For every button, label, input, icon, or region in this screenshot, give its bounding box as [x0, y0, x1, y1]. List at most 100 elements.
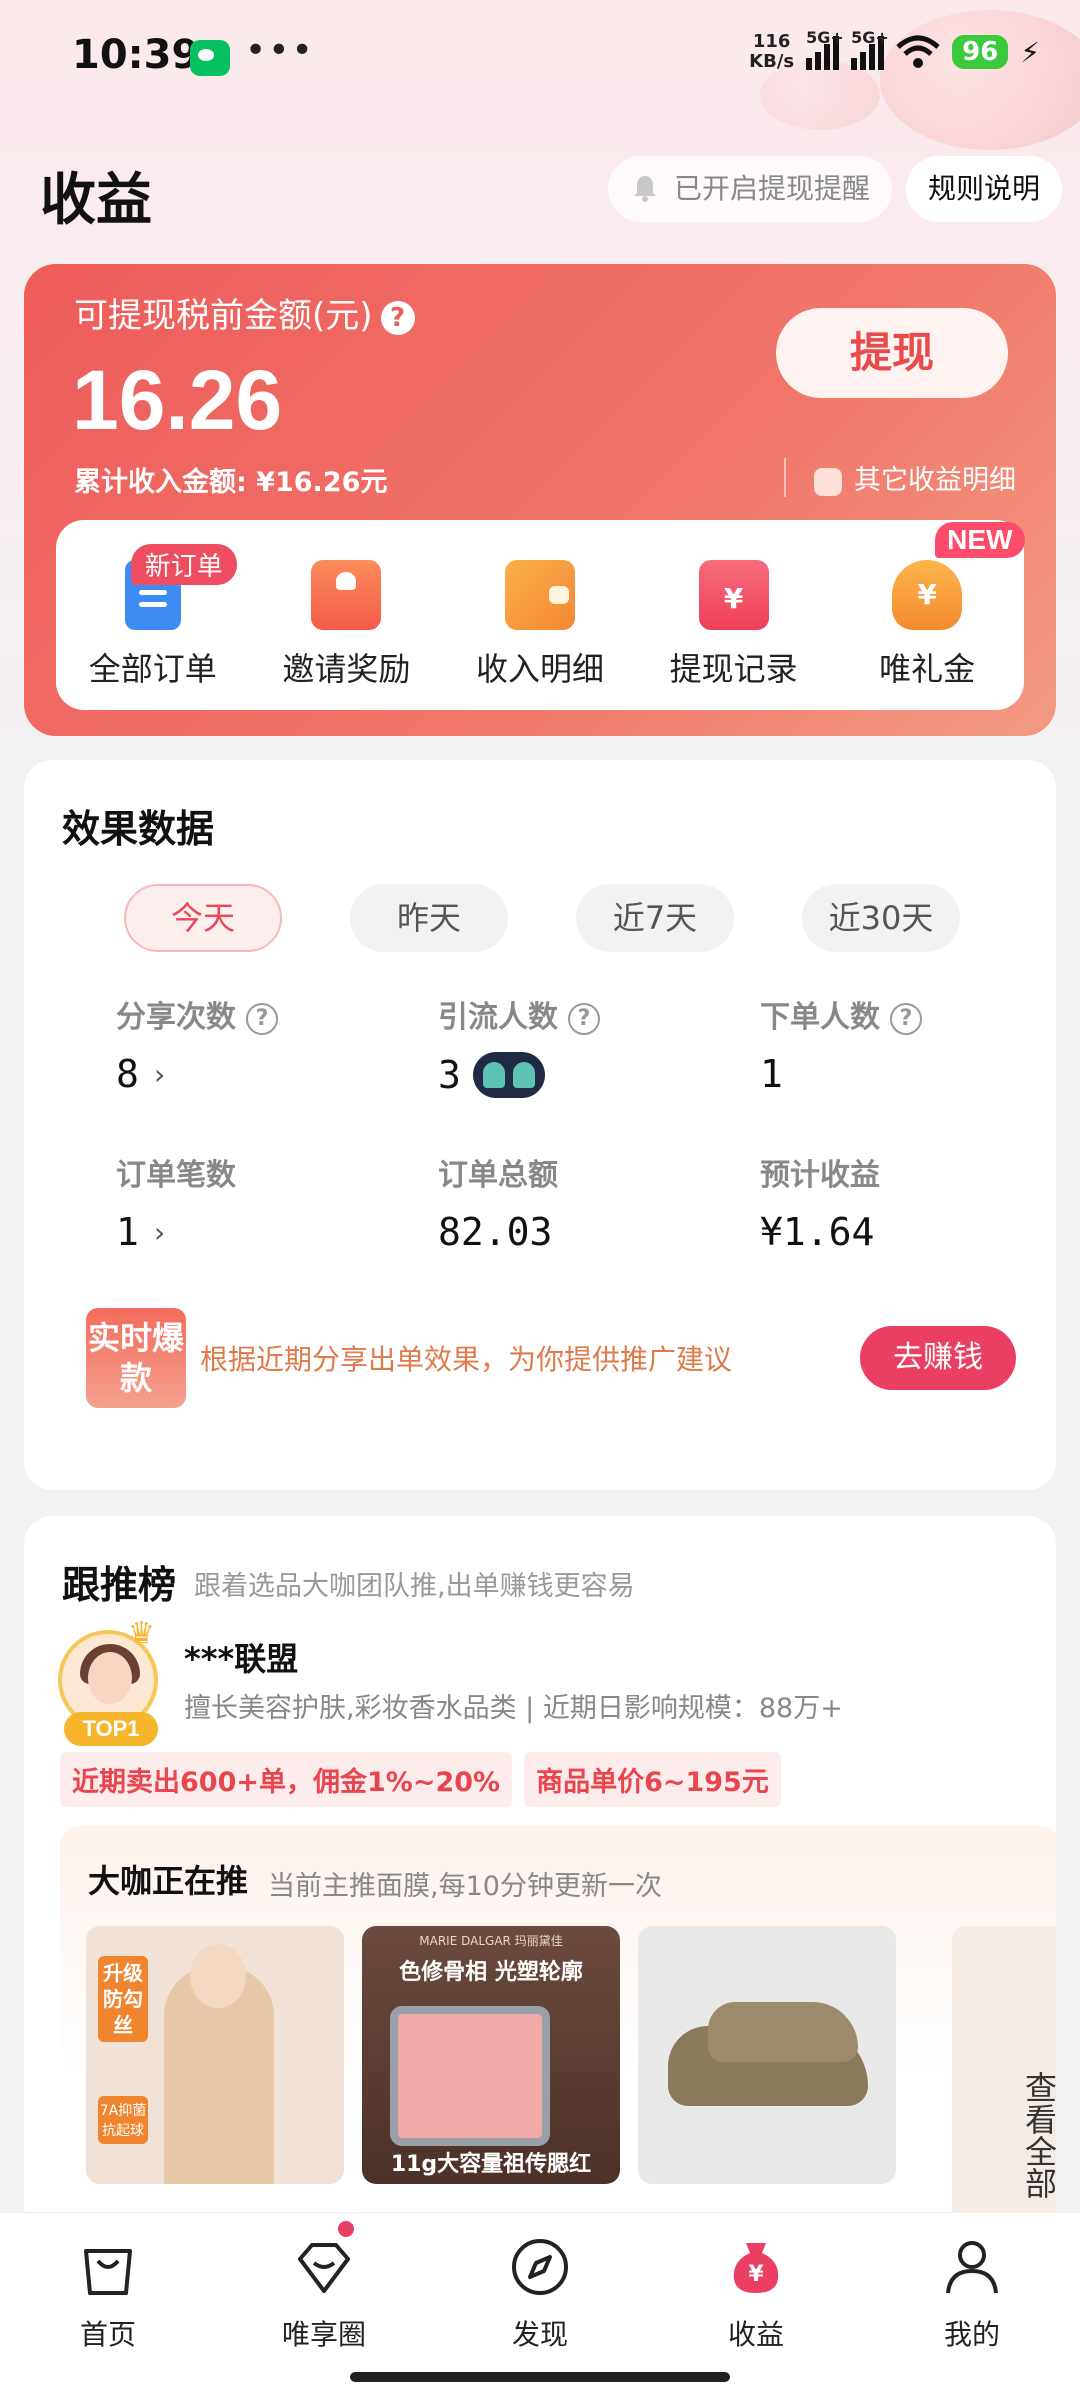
kol-hot-push-section: 大咖正在推 当前主推面膜,每10分钟更新一次 升级防勾丝 7A抑菌抗起球 MAR… — [60, 1826, 1056, 2236]
product-caption: 11g大容量祖传腮红 — [390, 2152, 592, 2177]
product-headline: 色修骨相 光塑轮廓 — [399, 1960, 583, 1985]
metric-value-text: ¥1.64 — [760, 1210, 875, 1254]
product-card[interactable]: 升级防勾丝 7A抑菌抗起球 — [86, 1926, 344, 2184]
nav-label: 发现 — [511, 2318, 568, 2351]
bag-icon — [84, 2249, 132, 2295]
metric-value[interactable]: 1 › — [116, 1210, 438, 1254]
new-badge: NEW — [935, 522, 1025, 558]
metric-value[interactable]: 8 › — [116, 1052, 438, 1096]
svg-text:¥: ¥ — [748, 2262, 764, 2287]
metric-label: 引流人数? — [438, 992, 760, 1036]
product-card[interactable] — [638, 1926, 896, 2184]
nav-label: 我的 — [943, 2318, 1000, 2351]
quick-invite-reward[interactable]: 邀请奖励 — [256, 520, 436, 710]
user-icon — [946, 2241, 998, 2294]
view-all-button[interactable]: 查看全部 — [952, 1926, 1056, 2226]
diamond-icon — [298, 2243, 350, 2293]
quick-income-detail-label: 收入明细 — [475, 650, 604, 688]
product-brand: MARIE DALGAR 玛丽黛佳 — [419, 1934, 563, 1948]
help-icon[interactable]: ? — [380, 300, 415, 335]
recommend-title: 跟推榜 — [62, 1563, 177, 1607]
bell-icon — [634, 176, 656, 202]
rank-badge: TOP1 — [64, 1712, 158, 1746]
other-earnings-label: 其它收益明细 — [854, 465, 1016, 496]
effect-data-card: 效果数据 今天 昨天 近7天 近30天 分享次数? 8 › 引流人数? 3 下单人… — [24, 760, 1056, 1490]
nav-home[interactable]: 首页 — [0, 2213, 216, 2400]
metric-order-count: 订单笔数 1 › — [116, 1150, 438, 1254]
metric-value: 1 — [760, 1052, 1016, 1096]
tab-last-30-days[interactable]: 近30天 — [802, 884, 960, 952]
metric-traffic-count: 引流人数? 3 — [438, 992, 760, 1098]
metric-label-text: 引流人数 — [438, 1000, 558, 1035]
metric-label: 订单总额 — [438, 1158, 558, 1193]
money-bag-icon: ¥ — [733, 2243, 779, 2293]
quick-gift-money[interactable]: ¥ 唯礼金 NEW — [837, 520, 1025, 710]
metric-value-text: 8 — [116, 1052, 139, 1096]
metric-value: ¥1.64 — [760, 1210, 1016, 1254]
recommend-subtitle: 跟着选品大咖团队推,出单赚钱更容易 — [194, 1571, 635, 1602]
nav-label: 唯享圈 — [281, 2318, 366, 2351]
hot-push-subtitle: 当前主推面膜,每10分钟更新一次 — [268, 1871, 662, 1902]
receipt-yen-icon: ¥ — [698, 560, 769, 630]
withdrawable-label: 可提现税前金额(元)? — [74, 288, 415, 337]
total-income: 累计收入金额: ¥16.26元 — [74, 467, 388, 498]
metric-label: 预计收益 — [760, 1158, 880, 1193]
tab-yesterday[interactable]: 昨天 — [350, 884, 508, 952]
help-icon[interactable]: ? — [246, 1002, 278, 1035]
metric-value[interactable]: 3 — [438, 1052, 760, 1098]
signal-icon: 5G+ — [806, 28, 844, 70]
withdrawable-label-text: 可提现税前金额(元) — [74, 296, 373, 336]
help-icon[interactable]: ? — [890, 1002, 922, 1035]
quick-actions: 全部订单 新订单 邀请奖励 收入明细 ¥ 提现记录 ¥ 唯礼金 NEW — [56, 520, 1025, 710]
charging-icon: ⚡ — [1020, 35, 1040, 69]
network-speed-value: 116 — [752, 31, 791, 52]
withdraw-reminder-label: 已开启提现提醒 — [674, 172, 871, 205]
metrics-grid: 分享次数? 8 › 引流人数? 3 下单人数? 1 订单笔数 1 › 订单总额 82… — [116, 992, 1016, 1254]
status-time: 10:39 — [72, 32, 200, 78]
gift-coupon-icon: ¥ — [892, 560, 963, 630]
metric-label-text: 分享次数 — [116, 1000, 236, 1035]
metric-value-text: 3 — [438, 1053, 461, 1097]
tab-today[interactable]: 今天 — [124, 884, 282, 952]
metric-label: 下单人数? — [760, 992, 1016, 1036]
page-title: 收益 — [40, 168, 152, 233]
quick-all-orders-label: 全部订单 — [88, 650, 217, 688]
realtime-hot-badge: 实时爆款 — [86, 1308, 186, 1408]
earnings-card: 可提现税前金额(元)? 16.26 提现 累计收入金额: ¥16.26元 其它收… — [24, 264, 1056, 736]
product-label: 7A抑菌抗起球 — [98, 2096, 148, 2144]
home-indicator — [350, 2372, 730, 2382]
metric-value: 82.03 — [438, 1210, 760, 1254]
quick-income-detail[interactable]: 收入明细 — [450, 520, 630, 710]
effect-data-title: 效果数据 — [62, 807, 215, 851]
network-speed-unit: KB/s — [749, 51, 795, 72]
hot-push-title: 大咖正在推 — [88, 1862, 249, 1900]
nav-profile[interactable]: 我的 — [864, 2213, 1080, 2400]
signal-label: 5G+ — [851, 28, 889, 47]
network-speed: 116 KB/s — [749, 32, 794, 72]
product-list: 升级防勾丝 7A抑菌抗起球 MARIE DALGAR 玛丽黛佳 色修骨相 光塑轮… — [86, 1926, 896, 2184]
product-card[interactable]: MARIE DALGAR 玛丽黛佳 色修骨相 光塑轮廓 11g大容量祖传腮红 — [362, 1926, 620, 2184]
metric-order-total: 订单总额 82.03 — [438, 1150, 760, 1254]
rules-button[interactable]: 规则说明 — [906, 156, 1063, 222]
metric-value-text: 1 — [760, 1052, 783, 1096]
chevron-right-icon: › — [150, 1057, 168, 1091]
quick-all-orders[interactable]: 全部订单 新订单 — [63, 520, 243, 710]
money-bag-icon — [814, 467, 842, 496]
kol-description: 擅长美容护肤,彩妆香水品类 | 近期日影响规模：88万+ — [184, 1693, 843, 1724]
help-icon[interactable]: ? — [568, 1002, 600, 1035]
metric-label-text: 下单人数 — [760, 1000, 880, 1035]
crown-icon: ♛ — [128, 1616, 155, 1651]
other-earnings-link[interactable]: 其它收益明细 — [784, 458, 1016, 497]
nav-label: 收益 — [727, 2318, 784, 2351]
new-order-badge: 新订单 — [130, 544, 237, 585]
compass-icon — [512, 2239, 568, 2295]
tab-last-7-days[interactable]: 近7天 — [576, 884, 734, 952]
go-earn-button[interactable]: 去赚钱 — [860, 1326, 1016, 1390]
battery-indicator: 96 — [952, 35, 1009, 69]
withdraw-button[interactable]: 提现 — [776, 308, 1008, 398]
withdraw-reminder-button[interactable]: 已开启提现提醒 — [608, 156, 893, 222]
metric-value-text: 1 — [116, 1210, 139, 1254]
kol-name[interactable]: ***联盟 — [184, 1634, 298, 1680]
quick-withdraw-record[interactable]: ¥ 提现记录 — [644, 520, 824, 710]
kol-tags: 近期卖出600+单，佣金1%~20% 商品单价6~195元 — [60, 1752, 781, 1807]
